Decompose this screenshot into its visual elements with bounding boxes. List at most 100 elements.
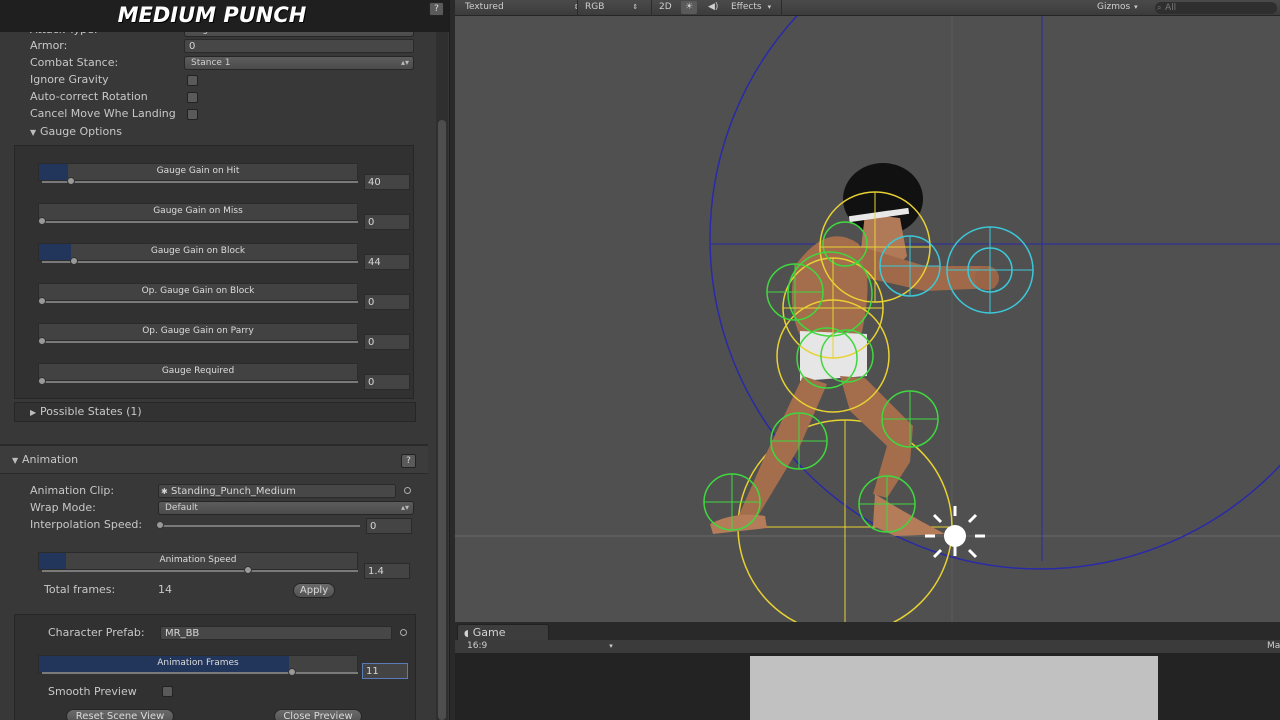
animation-speed-track[interactable] bbox=[42, 570, 358, 572]
gauge-slider-value[interactable]: 0 bbox=[364, 334, 410, 350]
gauge-slider-bar[interactable]: Op. Gauge Gain on Parry bbox=[38, 323, 358, 341]
interp-speed-track[interactable] bbox=[160, 525, 360, 527]
triangle-down-icon: ▼ bbox=[12, 456, 19, 465]
gauge-slider-knob[interactable] bbox=[67, 177, 75, 185]
animation-speed-label: Animation Speed bbox=[159, 555, 237, 565]
gauge-slider-track[interactable] bbox=[42, 221, 358, 223]
inspector-panel: MEDIUM PUNCH ? Attack Type: Regular▾ MED… bbox=[0, 0, 450, 720]
gauge-slider-label: Gauge Required bbox=[161, 366, 235, 376]
gauge-slider-bar[interactable]: Gauge Gain on Block bbox=[38, 243, 358, 261]
lighting-icon[interactable]: ☀ bbox=[681, 1, 697, 14]
maximize-toggle[interactable]: Ma bbox=[1267, 640, 1280, 653]
animation-speed-bar[interactable]: Animation Speed bbox=[38, 552, 358, 570]
animation-header[interactable]: ▼ Animation ? bbox=[0, 444, 428, 474]
updown-icon: ⇕ bbox=[632, 3, 639, 11]
shading-mode-dropdown[interactable]: Textured⇕ bbox=[465, 1, 580, 14]
gauge-slider-label: Op. Gauge Gain on Block bbox=[141, 286, 255, 296]
gizmos-dropdown[interactable]: Gizmos ▾ bbox=[1097, 1, 1138, 14]
animation-frames-knob[interactable] bbox=[288, 668, 296, 676]
animation-speed-knob[interactable] bbox=[244, 566, 252, 574]
gauge-slider-bar[interactable]: Gauge Gain on Miss bbox=[38, 203, 358, 221]
game-toolbar: 16:9 ▾ Ma bbox=[455, 640, 1280, 654]
page-title-display: MEDIUM PUNCH bbox=[117, 3, 307, 27]
gauge-slider-value[interactable]: 0 bbox=[364, 294, 410, 310]
scene-toolbar: Textured⇕ RGB⇕ 2D ☀ ◀) Effects▾ Gizmos▾ … bbox=[455, 0, 1280, 16]
animation-frames-bar[interactable]: Animation Frames bbox=[38, 655, 358, 673]
animation-frames-track[interactable] bbox=[42, 672, 358, 674]
animation-clip-field[interactable]: ✱ Standing_Punch_Medium bbox=[158, 484, 396, 498]
total-frames-value: 14 bbox=[158, 583, 172, 596]
gauge-slider-bar[interactable]: Gauge Gain on Hit bbox=[38, 163, 358, 181]
gauge-slider-track[interactable] bbox=[42, 381, 358, 383]
gauge-slider-label: Gauge Gain on Hit bbox=[156, 166, 240, 176]
gauge-slider-knob[interactable] bbox=[38, 337, 46, 345]
animation-frames-value[interactable]: 11 bbox=[362, 663, 408, 679]
animation-foldout[interactable]: ▼ Animation bbox=[12, 452, 78, 468]
game-view: ◖ Game 16:9 ▾ Ma bbox=[455, 622, 1280, 720]
gauge-options-foldout[interactable]: ▼ Gauge Options bbox=[30, 124, 122, 140]
animation-clip-label: Animation Clip: bbox=[30, 484, 115, 497]
gauge-slider-track[interactable] bbox=[42, 181, 358, 183]
gauge-slider-label: Gauge Gain on Miss bbox=[153, 206, 243, 216]
gauge-slider-value[interactable]: 0 bbox=[364, 214, 410, 230]
scene-view[interactable]: Textured⇕ RGB⇕ 2D ☀ ◀) Effects▾ Gizmos▾ … bbox=[455, 0, 1280, 622]
cancel-move-label: Cancel Move Whe Landing bbox=[30, 107, 176, 120]
gauge-slider-track[interactable] bbox=[42, 301, 358, 303]
help-icon[interactable]: ? bbox=[429, 2, 444, 16]
gauge-slider-label: Op. Gauge Gain on Parry bbox=[142, 326, 254, 336]
auto-correct-label: Auto-correct Rotation bbox=[30, 90, 148, 103]
animation-frames-label: Animation Frames bbox=[157, 658, 239, 668]
object-picker-icon[interactable] bbox=[400, 629, 407, 636]
object-picker-icon[interactable] bbox=[404, 487, 411, 494]
combat-stance-label: Combat Stance: bbox=[30, 56, 119, 69]
gauge-slider-value[interactable]: 0 bbox=[364, 374, 410, 390]
close-preview-button[interactable]: Close Preview bbox=[274, 709, 362, 720]
smooth-preview-label: Smooth Preview bbox=[48, 685, 137, 698]
gauge-slider-value[interactable]: 40 bbox=[364, 174, 410, 190]
gauge-slider-knob[interactable] bbox=[38, 297, 46, 305]
wrap-mode-label: Wrap Mode: bbox=[30, 501, 96, 514]
cancel-move-checkbox[interactable] bbox=[187, 109, 198, 120]
gauge-slider-value[interactable]: 44 bbox=[364, 254, 410, 270]
audio-icon[interactable]: ◀) bbox=[708, 1, 718, 14]
search-input[interactable]: ⌕ All bbox=[1155, 2, 1277, 14]
game-tabbar: ◖ Game bbox=[455, 622, 1280, 641]
wrap-mode-dropdown[interactable]: Default ▴▾ bbox=[158, 501, 414, 515]
gauge-slider-track[interactable] bbox=[42, 261, 358, 263]
interp-speed-value[interactable]: 0 bbox=[366, 518, 412, 534]
combat-stance-dropdown[interactable]: Stance 1 ▴▾ bbox=[184, 56, 414, 70]
tab-game[interactable]: ◖ Game bbox=[457, 624, 549, 641]
gauge-slider-track[interactable] bbox=[42, 341, 358, 343]
animation-speed-value[interactable]: 1.4 bbox=[364, 563, 410, 579]
inspector-scrollbar-thumb[interactable] bbox=[438, 120, 446, 720]
game-display-area bbox=[455, 654, 1280, 720]
gauge-slider-knob[interactable] bbox=[70, 257, 78, 265]
scene-canvas[interactable] bbox=[455, 16, 1280, 622]
total-frames-label: Total frames: bbox=[44, 583, 116, 596]
character-fighter[interactable] bbox=[710, 163, 999, 536]
channel-dropdown[interactable]: RGB ⇕ bbox=[585, 1, 638, 14]
possible-states-foldout[interactable]: ▶ Possible States (1) bbox=[30, 404, 142, 420]
auto-correct-checkbox[interactable] bbox=[187, 92, 198, 103]
character-prefab-field[interactable]: MR_BB bbox=[160, 626, 392, 640]
ignore-gravity-checkbox[interactable] bbox=[187, 75, 198, 86]
game-screen bbox=[750, 656, 1158, 720]
apply-button[interactable]: Apply bbox=[293, 583, 335, 598]
interp-speed-label: Interpolation Speed: bbox=[30, 518, 143, 531]
interp-speed-knob[interactable] bbox=[156, 521, 164, 529]
gauge-slider-bar[interactable]: Gauge Required bbox=[38, 363, 358, 381]
gauge-slider-knob[interactable] bbox=[38, 217, 46, 225]
effects-dropdown[interactable]: Effects ▾ bbox=[731, 1, 771, 14]
character-prefab-label: Character Prefab: bbox=[48, 626, 145, 639]
aspect-dropdown[interactable]: 16:9 ▾ bbox=[467, 640, 613, 653]
smooth-preview-checkbox[interactable] bbox=[162, 686, 173, 697]
reset-scene-view-button[interactable]: Reset Scene View bbox=[66, 709, 174, 720]
gauge-slider-bar[interactable]: Op. Gauge Gain on Block bbox=[38, 283, 358, 301]
help-icon[interactable]: ? bbox=[401, 454, 416, 468]
title-banner-bg: MEDIUM PUNCH ? bbox=[0, 0, 449, 32]
triangle-right-icon: ▶ bbox=[30, 408, 37, 417]
ignore-gravity-label: Ignore Gravity bbox=[30, 73, 109, 86]
gauge-slider-knob[interactable] bbox=[38, 377, 46, 385]
mode-2d-toggle[interactable]: 2D bbox=[659, 1, 672, 14]
armor-field[interactable]: 0 bbox=[184, 39, 414, 53]
